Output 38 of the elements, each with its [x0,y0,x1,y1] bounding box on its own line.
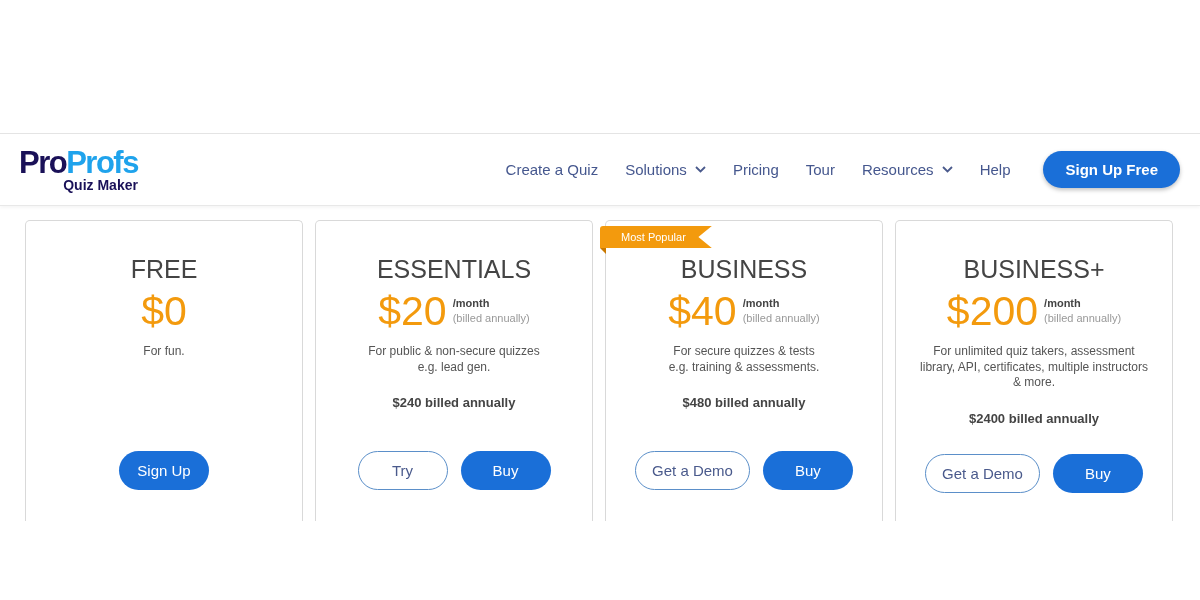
logo-wordmark[interactable]: ProProfs [19,148,138,177]
price-period: /month [742,296,781,311]
price-period: /month [1044,296,1082,311]
outline-button[interactable]: Get a Demo [925,453,1040,493]
plan-name: BUSINESS [680,254,808,284]
buy-button[interactable]: Buy [762,451,853,490]
plan-description: For public & non-secure quizzes e.g. lead gen. [368,344,540,375]
price-period: /month [452,296,491,311]
nav-link[interactable]: Help [979,161,1011,178]
annual-total: $480 billed annually [682,395,806,410]
plan-price: $20 [378,288,447,334]
popular-ribbon: Most Popular [600,226,712,248]
buy-button[interactable]: Buy [460,451,551,490]
plan-price: $0 [141,288,187,334]
buy-button[interactable]: Sign Up [119,451,209,490]
nav-link[interactable]: Pricing [732,161,779,178]
outline-button[interactable]: Try [357,451,448,490]
plan-name: ESSENTIALS [376,254,532,284]
plan-price: $200 [946,288,1039,334]
billing-note: (billed annually) [452,311,530,326]
plan-name: FREE [130,254,198,284]
buy-button[interactable]: Buy [1052,453,1143,493]
sign-up-button[interactable]: Sign Up Free [1043,151,1180,188]
plan-name: BUSINESS+ [963,254,1105,284]
nav-link[interactable]: Solutions [625,161,706,178]
plan-description: For secure quizzes & tests e.g. training & assessments. [668,344,820,375]
billing-note: (billed annually) [1044,311,1122,326]
billing-note: (billed annually) [742,311,820,326]
nav-link[interactable]: Create a Quiz [505,161,599,178]
plan-description: For unlimited quiz takers, assessment library, API, certificates, multiple instructors & more. [920,344,1148,391]
nav-link[interactable]: Tour [805,161,835,178]
nav-link[interactable]: Resources [861,161,953,178]
outline-button[interactable]: Get a Demo [635,451,750,490]
plan-price: $40 [668,288,737,334]
annual-total: $2400 billed annually [968,410,1099,426]
annual-total: $240 billed annually [392,395,516,410]
logo-tagline: Quiz Maker [63,176,138,193]
plan-description: For fun. [143,344,185,360]
